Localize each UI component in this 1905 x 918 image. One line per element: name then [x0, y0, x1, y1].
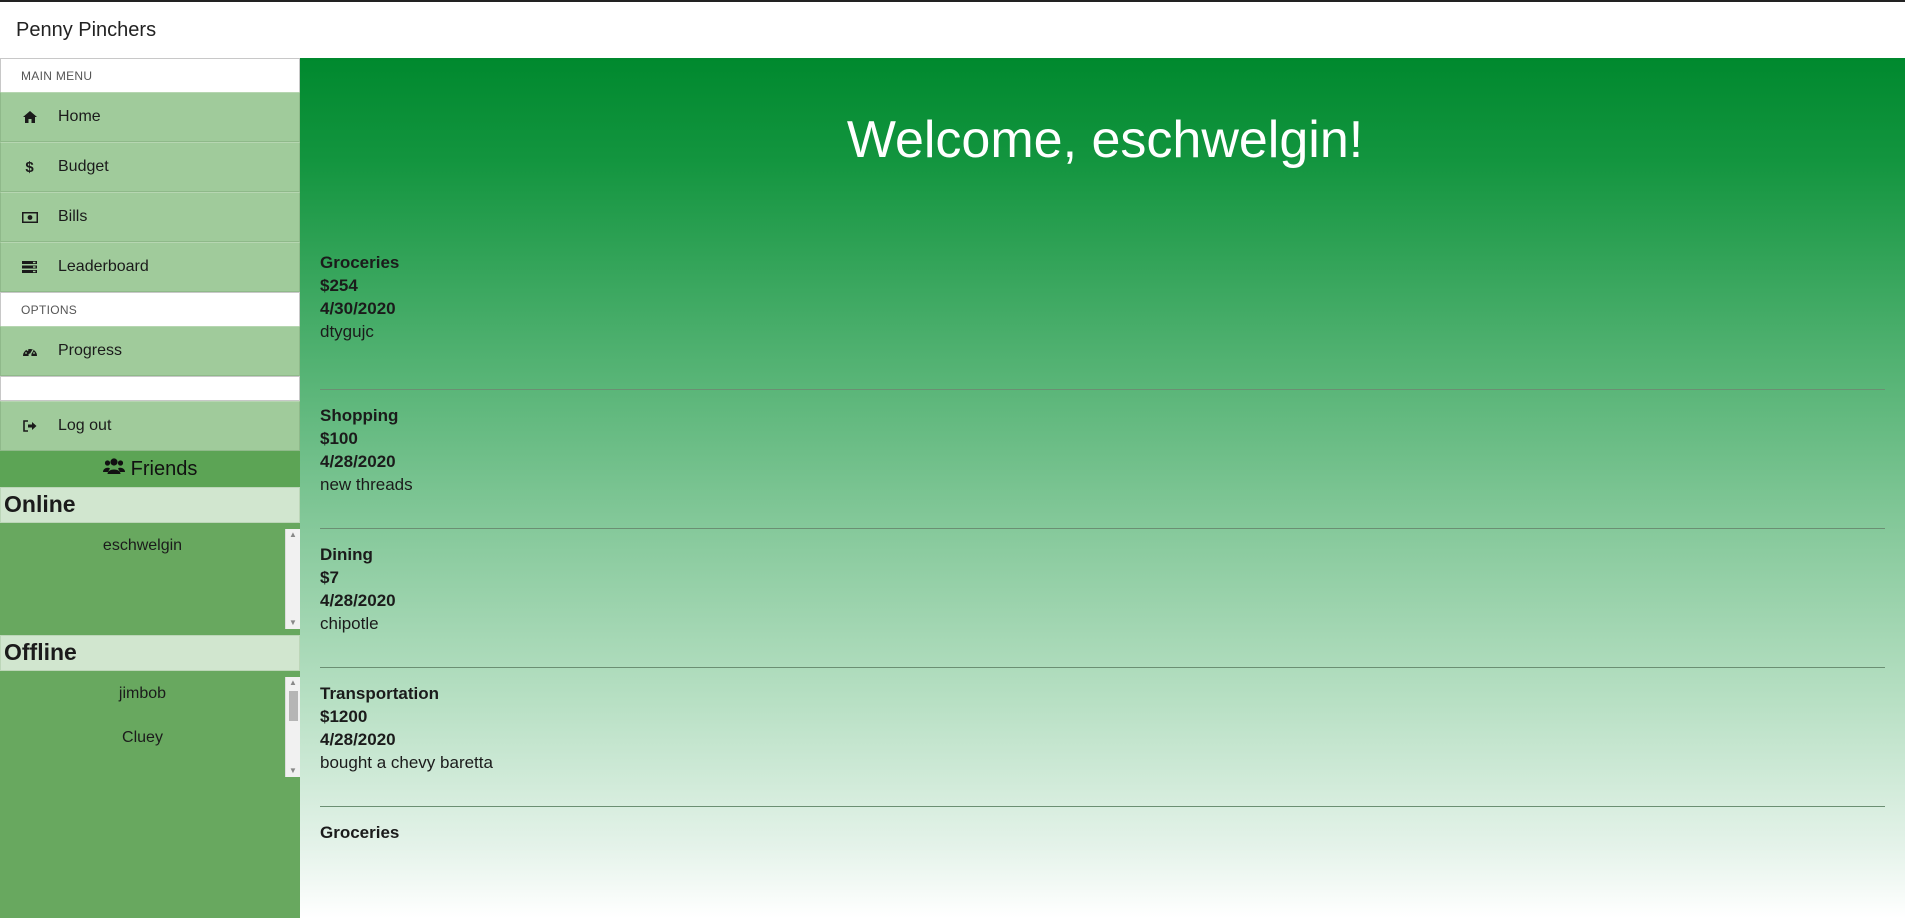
transaction-date: 4/28/2020	[320, 452, 396, 471]
transaction-note: dtygujc	[320, 322, 374, 341]
transaction-list: Groceries $254 4/30/2020 dtygujc Shoppin…	[320, 251, 1885, 918]
sidebar-item-progress[interactable]: Progress	[0, 326, 300, 376]
transaction-amount: $1200	[320, 707, 368, 726]
main-menu-header: MAIN MENU	[0, 58, 300, 92]
money-bill-icon	[1, 211, 58, 223]
transaction-item: Dining $7 4/28/2020 chipotle	[320, 529, 1885, 668]
transaction-amount: $254	[320, 276, 358, 295]
transaction-date: 4/28/2020	[320, 591, 396, 610]
transaction-date: 4/30/2020	[320, 299, 396, 318]
friends-heading: Friends	[0, 451, 300, 487]
friend-item[interactable]: eschwelgin	[0, 531, 285, 575]
transaction-category: Dining	[320, 545, 373, 564]
options-header: OPTIONS	[0, 292, 300, 326]
transaction-category: Groceries	[320, 253, 400, 272]
transaction-item: Transportation $1200 4/28/2020 bought a …	[320, 668, 1885, 807]
transaction-item: Groceries $254 4/30/2020 dtygujc	[320, 251, 1885, 390]
dollar-icon: $	[25, 158, 34, 176]
sidebar: MAIN MENU Home $ Budget Bills Leaderboar…	[0, 58, 300, 918]
list-icon	[1, 261, 58, 273]
transaction-note: bought a chevy baretta	[320, 753, 493, 772]
transaction-amount: $100	[320, 429, 358, 448]
transaction-category: Groceries	[320, 823, 400, 842]
sidebar-item-label: Bills	[58, 208, 88, 225]
online-scrollbar[interactable]: ▲ ▼	[285, 529, 300, 629]
online-friends-list[interactable]: eschwelgin ▲ ▼	[0, 523, 300, 635]
logout-label: Log out	[58, 417, 112, 434]
logout-button[interactable]: Log out	[0, 401, 300, 451]
transaction-category: Shopping	[320, 406, 399, 425]
scroll-thumb[interactable]	[289, 691, 298, 721]
friend-item[interactable]: Cluey	[0, 723, 285, 767]
welcome-heading: Welcome, eschwelgin!	[846, 111, 1364, 169]
top-navbar: Penny Pinchers	[0, 2, 1905, 58]
sidebar-item-bills[interactable]: Bills	[0, 192, 300, 242]
tachometer-icon	[1, 345, 58, 357]
scroll-down-arrow[interactable]: ▼	[286, 617, 300, 629]
scroll-up-arrow[interactable]: ▲	[286, 529, 300, 541]
scroll-down-arrow[interactable]: ▼	[286, 765, 300, 777]
sidebar-item-label: Home	[58, 108, 101, 125]
home-icon	[1, 111, 58, 123]
friend-item[interactable]: jimbob	[0, 679, 285, 723]
sidebar-item-label: Budget	[58, 158, 109, 175]
sidebar-item-budget[interactable]: $ Budget	[0, 142, 300, 192]
transaction-item: Shopping $100 4/28/2020 new threads	[320, 390, 1885, 529]
sidebar-item-label: Leaderboard	[58, 258, 149, 275]
sign-out-icon	[1, 420, 58, 432]
users-icon	[102, 457, 131, 481]
offline-heading: Offline	[0, 635, 300, 671]
transaction-item: Groceries	[320, 807, 1885, 918]
scroll-up-arrow[interactable]: ▲	[286, 677, 300, 689]
sidebar-item-label: Progress	[58, 342, 123, 359]
sidebar-item-home[interactable]: Home	[0, 92, 300, 142]
sidebar-item-leaderboard[interactable]: Leaderboard	[0, 242, 300, 292]
app-brand[interactable]: Penny Pinchers	[16, 19, 156, 42]
menu-divider	[0, 376, 300, 401]
transaction-note: chipotle	[320, 614, 379, 633]
friends-title: Friends	[130, 457, 198, 480]
online-heading: Online	[0, 487, 300, 523]
transaction-category: Transportation	[320, 684, 440, 703]
main-content: Welcome, eschwelgin! Groceries $254 4/30…	[300, 58, 1905, 918]
offline-scrollbar[interactable]: ▲ ▼	[285, 677, 300, 777]
transaction-amount: $7	[320, 568, 339, 587]
transaction-note: new threads	[320, 475, 413, 494]
transaction-date: 4/28/2020	[320, 730, 396, 749]
offline-friends-list[interactable]: jimbob Cluey ▲ ▼	[0, 671, 300, 783]
